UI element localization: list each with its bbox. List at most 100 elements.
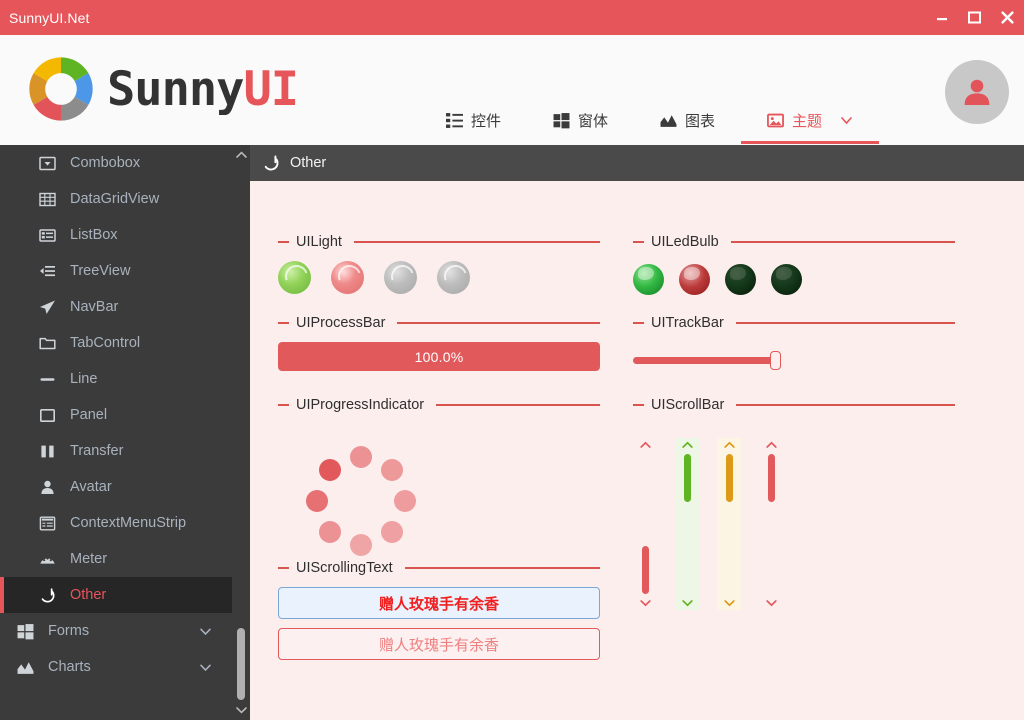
content-panes: UILight UIProcessBar 100.0% UIProgressIn… [250, 181, 1024, 720]
meter-icon [38, 550, 56, 568]
minimize-button[interactable] [925, 0, 958, 35]
sidebar-item-label: Combobox [70, 155, 141, 171]
light-gray-2[interactable] [437, 261, 470, 294]
scrollbar-thumb[interactable] [726, 454, 733, 502]
close-button[interactable] [991, 0, 1024, 35]
sidebar-item-meter[interactable]: Meter [0, 541, 250, 577]
chevron-down-icon[interactable] [717, 596, 741, 610]
scrollbar-thumb[interactable] [768, 454, 775, 502]
chart-icon [16, 658, 34, 676]
sidebar-item-listbox[interactable]: ListBox [0, 217, 250, 253]
bulb-green-off-2[interactable] [771, 264, 802, 295]
sidebar-item-tabcontrol[interactable]: TabControl [0, 325, 250, 361]
sidebar-item-avatar[interactable]: Avatar [0, 469, 250, 505]
chevron-up-icon[interactable] [717, 438, 741, 452]
user-avatar[interactable] [945, 60, 1009, 124]
light-green[interactable] [278, 261, 311, 294]
group-uiprogressindicator: UIProgressIndicator [278, 396, 600, 562]
sidebar-item-label: TreeView [70, 263, 131, 279]
scrollbar-row [633, 438, 955, 618]
nav-item-charts-label: 图表 [685, 113, 716, 130]
bulb-red-on[interactable] [679, 264, 710, 295]
scrollbar-green[interactable] [675, 438, 699, 610]
chevron-up-icon[interactable] [759, 438, 783, 452]
group-uiprocessbar-title: UIProcessBar [296, 315, 386, 331]
sidebar-item-panel[interactable]: Panel [0, 397, 250, 433]
chevron-down-icon[interactable] [840, 114, 853, 127]
progress-indicator-dot [350, 446, 372, 468]
progress-indicator-dot [318, 458, 341, 481]
transfer-icon [38, 442, 56, 460]
sidebar-item-navbar[interactable]: NavBar [0, 289, 250, 325]
process-bar-value: 100.0% [414, 348, 464, 365]
scrollbar-red-top[interactable] [759, 438, 783, 610]
nav-item-forms[interactable]: 窗体 [527, 97, 634, 144]
scrolling-text-primary-label: 赠人玫瑰手有余香 [378, 595, 499, 613]
sidebar-scroll-up-button[interactable] [232, 147, 250, 163]
sidebar-item-label: Panel [70, 407, 108, 423]
sidebar-scrollbar[interactable] [232, 145, 250, 720]
sunnyui-donut-logo-icon [29, 57, 93, 121]
group-uiledbulb-title: UILedBulb [651, 234, 719, 250]
sidebar-item-other[interactable]: Other [0, 577, 250, 613]
chevron-down-icon[interactable] [675, 596, 699, 610]
chevron-down-icon[interactable] [759, 596, 783, 610]
brand-wordmark: SunnyUI [107, 66, 299, 113]
group-dash [278, 567, 289, 569]
scrollbar-thumb[interactable] [684, 454, 691, 502]
maximize-button[interactable] [958, 0, 991, 35]
sidebar-item-contextmenustrip[interactable]: ContextMenuStrip [0, 505, 250, 541]
chevron-up-icon[interactable] [633, 438, 657, 452]
sidebar-item-combobox[interactable]: Combobox [0, 145, 250, 181]
group-uiscrollingtext: UIScrollingText 赠人玫瑰手有余香 赠人玫瑰手有余香 [278, 559, 600, 660]
chevron-up-icon[interactable] [675, 438, 699, 452]
nav-item-theme-label: 主题 [792, 113, 823, 130]
process-bar[interactable]: 100.0% [278, 342, 600, 371]
content-header-title: Other [290, 155, 327, 171]
image-icon [767, 113, 784, 128]
bulb-green-on[interactable] [633, 264, 664, 295]
scrollbar-red-bottom[interactable] [633, 438, 657, 610]
nav-item-theme[interactable]: 主题 [741, 97, 880, 144]
group-rule [397, 322, 600, 324]
menu-strip-icon [38, 514, 56, 532]
track-bar[interactable] [633, 347, 793, 373]
sidebar-item-datagridview[interactable]: DataGridView [0, 181, 250, 217]
sidebar-scroll-down-button[interactable] [232, 702, 250, 718]
user-avatar-icon [964, 79, 990, 105]
group-uilight: UILight [278, 233, 600, 294]
group-uitrackbar-body [633, 342, 955, 373]
sidebar-item-label: Transfer [70, 443, 124, 459]
group-rule [404, 567, 600, 569]
sidebar-item-label: ListBox [70, 227, 118, 243]
nav-item-charts[interactable]: 图表 [634, 97, 741, 144]
chevron-down-icon[interactable] [633, 596, 657, 610]
sidebar-item-transfer[interactable]: Transfer [0, 433, 250, 469]
treeview-icon [38, 262, 56, 280]
track-bar-thumb[interactable] [770, 351, 781, 370]
sidebar-group-charts[interactable]: Charts [0, 649, 250, 685]
scrolling-text-secondary[interactable]: 赠人玫瑰手有余香 [278, 628, 600, 660]
square-icon [38, 406, 56, 424]
track-bar-fill [633, 357, 776, 364]
sidebar-scroll-thumb[interactable] [237, 628, 245, 700]
nav-item-controls[interactable]: 控件 [420, 97, 527, 144]
group-uiprogressindicator-title: UIProgressIndicator [296, 397, 425, 413]
sidebar-group-forms[interactable]: Forms [0, 613, 250, 649]
bulb-green-off-1[interactable] [725, 264, 756, 295]
content-header: Other [250, 145, 1024, 181]
sidebar-item-line[interactable]: Line [0, 361, 250, 397]
window-title: SunnyUI.Net [9, 9, 90, 26]
scrollbar-orange[interactable] [717, 438, 741, 610]
windows-icon [16, 622, 34, 640]
scrolling-text-primary[interactable]: 赠人玫瑰手有余香 [278, 587, 600, 619]
scrollbar-thumb[interactable] [642, 546, 649, 594]
sidebar-item-treeview[interactable]: TreeView [0, 253, 250, 289]
light-gray-1[interactable] [384, 261, 417, 294]
list-icon [446, 113, 463, 128]
light-red[interactable] [331, 261, 364, 294]
chevron-down-icon[interactable] [199, 661, 212, 674]
scrolling-text-secondary-label: 赠人玫瑰手有余香 [378, 636, 499, 654]
sidebar-item-label: Line [70, 371, 98, 387]
chevron-down-icon[interactable] [199, 625, 212, 638]
